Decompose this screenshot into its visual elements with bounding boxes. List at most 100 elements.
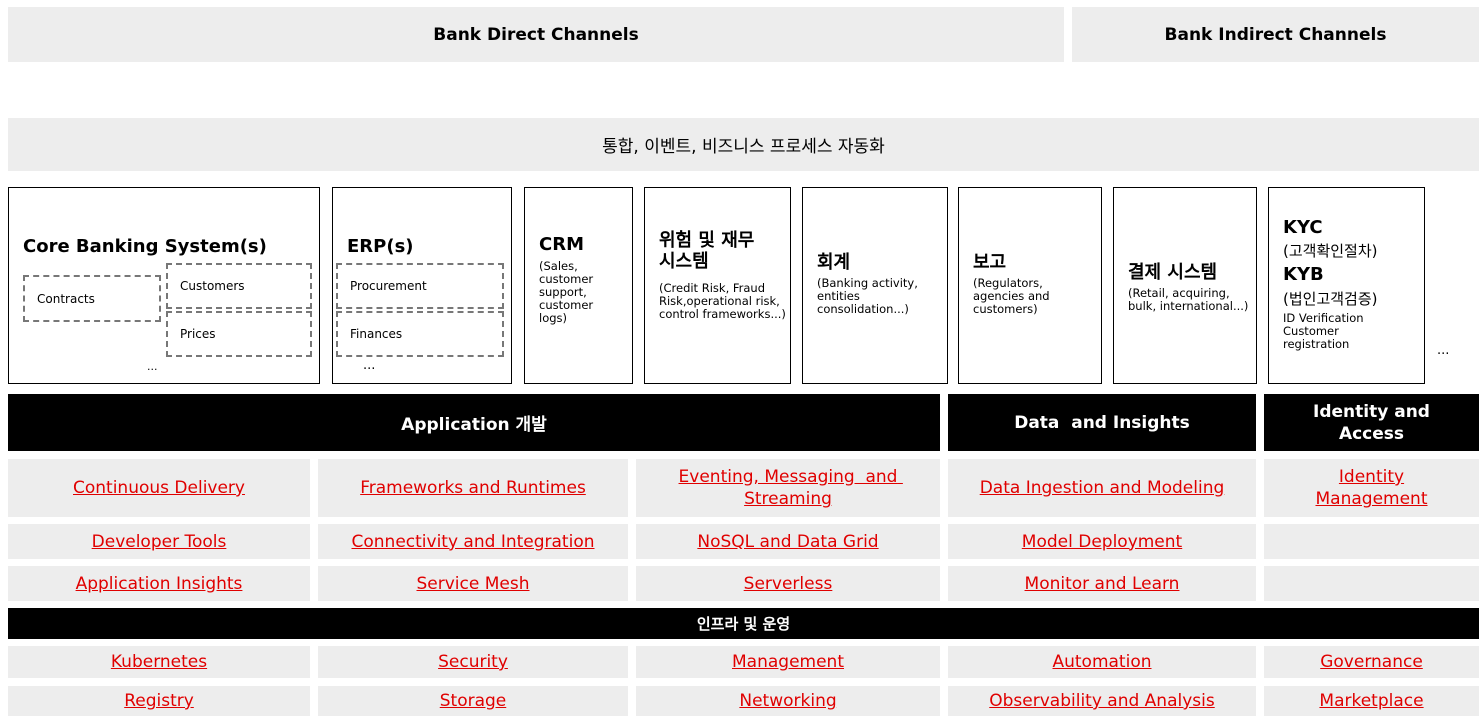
prices-label: Prices [180,327,216,341]
kyb-title: KYB [1283,264,1324,285]
reporting-title: 보고 [973,252,1007,273]
risk-desc: (Credit Risk, Fraud Risk,operational ris… [659,281,786,321]
app-service-link[interactable]: Connectivity and Integration [352,531,595,553]
finances-box: Finances [336,311,504,357]
app-service-link[interactable]: Frameworks and Runtimes [360,477,586,499]
core-banking-more: ... [147,360,158,373]
infra-service-link[interactable]: Networking [739,690,836,712]
bank-indirect-channels-label: Bank Indirect Channels [1164,24,1387,45]
procurement-label: Procurement [350,279,427,293]
infra-service-cell: Networking [636,686,940,716]
erp-more: ... [363,358,376,373]
infra-service-cell: Governance [1264,646,1479,678]
infra-service-cell: Automation [948,646,1256,678]
app-service-link[interactable]: Application Insights [76,573,243,595]
app-service-cell: Connectivity and Integration [318,524,628,559]
customers-label: Customers [180,279,245,293]
app-service-cell: Serverless [636,566,940,601]
app-service-link[interactable]: NoSQL and Data Grid [697,531,878,553]
app-service-link[interactable]: Data Ingestion and Modeling [980,477,1225,499]
bank-direct-channels-label: Bank Direct Channels [433,24,639,45]
app-service-cell: Application Insights [8,566,310,601]
kyc-box: KYC (고객확인절차) KYB (법인고객검증) ID Verificatio… [1268,187,1425,384]
crm-title: CRM [539,234,584,255]
app-service-cell [1264,524,1479,559]
payments-box: 결제 시스템 (Retail, acquiring, bulk, interna… [1113,187,1257,384]
app-service-cell: Frameworks and Runtimes [318,459,628,517]
app-service-cell: Developer Tools [8,524,310,559]
data-insights-header: Data and Insights [948,394,1256,451]
infra-service-link[interactable]: Storage [440,690,507,712]
app-service-cell: Data Ingestion and Modeling [948,459,1256,517]
app-service-link[interactable]: Monitor and Learn [1025,573,1180,595]
risk-title: 위험 및 재무 시스템 [659,230,755,272]
crm-desc: (Sales, customer support, customer logs) [539,259,594,325]
app-service-link[interactable]: Developer Tools [92,531,227,553]
accounting-title: 회계 [817,252,851,273]
infra-service-link[interactable]: Management [732,651,844,673]
finances-label: Finances [350,327,403,341]
infra-service-link[interactable]: Security [438,651,508,673]
app-service-link[interactable]: Serverless [744,573,833,595]
kyc-desc: ID Verification Customer registration [1283,311,1364,351]
app-service-cell: NoSQL and Data Grid [636,524,940,559]
erp-title: ERP(s) [347,236,414,257]
infra-service-link[interactable]: Marketplace [1319,690,1423,712]
accounting-box: 회계 (Banking activity, entities consolida… [802,187,948,384]
app-service-cell [1264,566,1479,601]
infra-service-cell: Kubernetes [8,646,310,678]
payments-desc: (Retail, acquiring, bulk, international.… [1128,286,1249,313]
infra-header: 인프라 및 운영 [8,608,1479,639]
app-service-cell: Model Deployment [948,524,1256,559]
identity-access-header-label: Identity and Access [1313,401,1430,444]
infra-service-link[interactable]: Kubernetes [111,651,207,673]
app-service-cell: Identity Management [1264,459,1479,517]
infra-service-cell: Security [318,646,628,678]
procurement-box: Procurement [336,263,504,309]
risk-box: 위험 및 재무 시스템 (Credit Risk, Fraud Risk,ope… [644,187,791,384]
integration-bar: 통합, 이벤트, 비즈니스 프로세스 자동화 [8,118,1479,171]
app-service-cell: Monitor and Learn [948,566,1256,601]
app-service-cell: Eventing, Messaging and Streaming [636,459,940,517]
accounting-desc: (Banking activity, entities consolidatio… [817,276,918,316]
infra-service-link[interactable]: Automation [1052,651,1151,673]
systems-more: ... [1437,343,1450,358]
infra-service-cell: Observability and Analysis [948,686,1256,716]
erp-box: ERP(s) Procurement Finances ... [332,187,512,384]
kyb-subtitle: (법인고객검증) [1283,290,1378,308]
app-service-cell: Service Mesh [318,566,628,601]
infra-service-link[interactable]: Observability and Analysis [989,690,1214,712]
infra-header-label: 인프라 및 운영 [696,615,791,633]
contracts-label: Contracts [37,291,95,306]
prices-box: Prices [166,311,312,357]
infra-service-cell: Management [636,646,940,678]
data-insights-header-label: Data and Insights [1014,412,1190,433]
core-banking-box: Core Banking System(s) Contracts Custome… [8,187,320,384]
crm-box: CRM (Sales, customer support, customer l… [524,187,633,384]
kyc-subtitle: (고객확인절차) [1283,242,1378,260]
app-service-link[interactable]: Eventing, Messaging and Streaming [663,466,913,510]
app-dev-header-label: Application 개발 [401,415,547,435]
contracts-box: Contracts [23,275,161,322]
app-service-cell: Continuous Delivery [8,459,310,517]
identity-access-header: Identity and Access [1264,394,1479,451]
payments-title: 결제 시스템 [1128,262,1218,283]
infra-service-cell: Storage [318,686,628,716]
reporting-desc: (Regulators, agencies and customers) [973,276,1050,316]
infra-service-link[interactable]: Governance [1320,651,1423,673]
app-service-link[interactable]: Model Deployment [1022,531,1182,553]
infra-service-cell: Marketplace [1264,686,1479,716]
bank-indirect-channels: Bank Indirect Channels [1072,7,1479,62]
app-service-link[interactable]: Identity Management [1302,466,1442,510]
app-service-link[interactable]: Service Mesh [417,573,530,595]
infra-service-cell: Registry [8,686,310,716]
integration-bar-label: 통합, 이벤트, 비즈니스 프로세스 자동화 [602,137,885,157]
core-banking-title: Core Banking System(s) [23,236,267,257]
infra-service-link[interactable]: Registry [124,690,194,712]
app-service-link[interactable]: Continuous Delivery [73,477,245,499]
reporting-box: 보고 (Regulators, agencies and customers) [958,187,1102,384]
app-dev-header: Application 개발 [8,394,940,451]
customers-box: Customers [166,263,312,309]
kyc-title: KYC [1283,217,1323,238]
bank-direct-channels: Bank Direct Channels [8,7,1064,62]
